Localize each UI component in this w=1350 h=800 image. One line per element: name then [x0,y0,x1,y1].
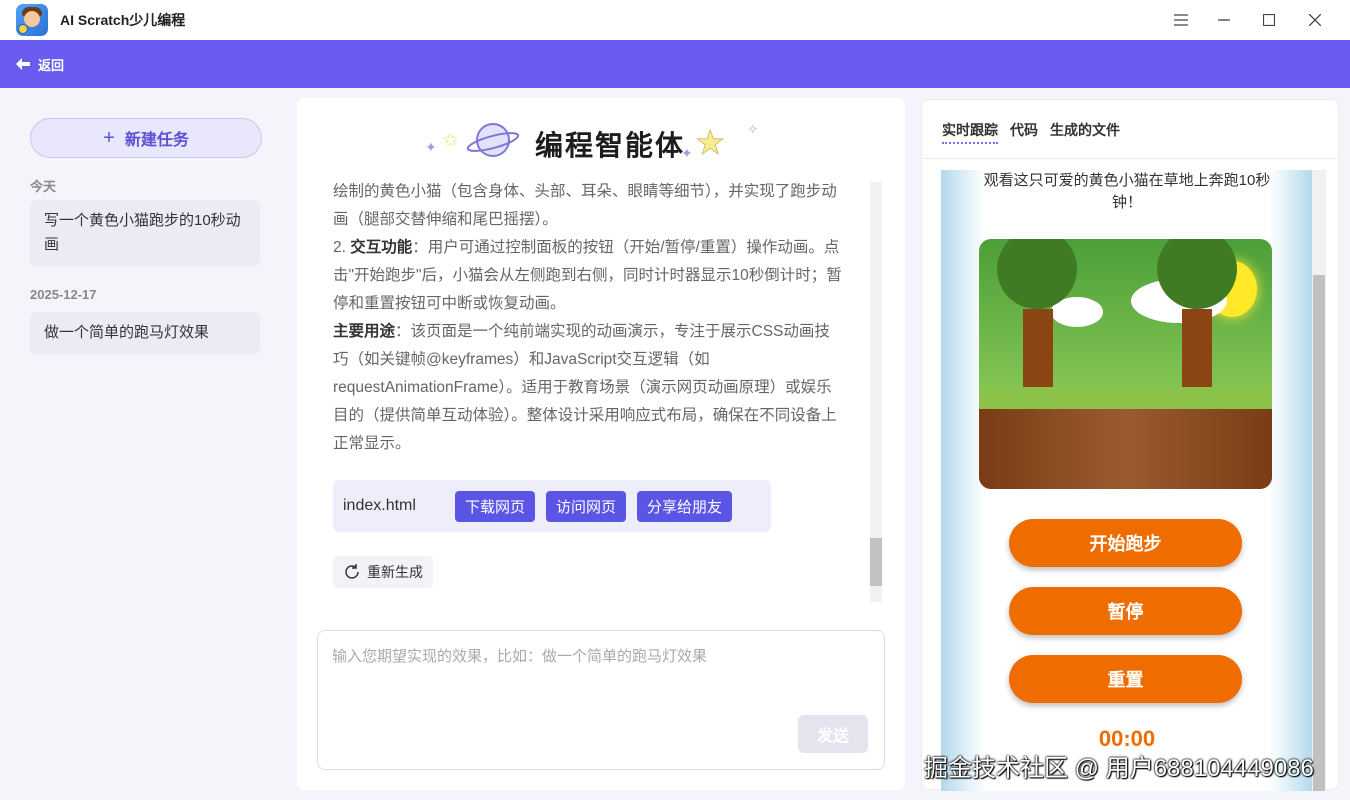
web-preview: 观看这只可爱的黄色小猫在草地上奔跑10秒钟！ 开始跑步 暂停 重置 00:00 [941,170,1313,791]
preview-scrollbar-thumb[interactable] [1313,275,1325,791]
chat-panel: ✦ ✩ 编程智能体 ✦ ★ ✧ 绘制的黄色小猫（包含身体、头部、耳朵、眼睛等细节… [297,98,905,790]
svg-text:✦: ✦ [681,145,693,161]
message-paragraph: 绘制的黄色小猫（包含身体、头部、耳朵、眼睛等细节），并实现了跑步动画（腿部交替伸… [333,178,845,234]
start-run-button[interactable]: 开始跑步 [1009,519,1242,567]
pause-button[interactable]: 暂停 [1009,587,1242,635]
minimize-icon[interactable] [1201,0,1247,40]
file-card: index.html 下载网页 访问网页 分享给朋友 [333,480,771,532]
regenerate-button[interactable]: 重新生成 [333,556,433,588]
message-paragraph: 2. 交互功能：用户可通过控制面板的按钮（开始/暂停/重置）操作动画。点击"开始… [333,234,845,318]
plus-icon: + [103,126,115,149]
svg-text:✧: ✧ [747,121,759,137]
paragraph-text: 绘制的黄色小猫（包含身体、头部、耳朵、眼睛等细节），并实现了跑步动画（腿部交替伸… [333,183,837,228]
send-button[interactable]: 发送 [798,715,868,753]
refresh-icon [345,564,359,579]
list-number: 2. [333,239,351,256]
preview-heading: 观看这只可爱的黄色小猫在草地上奔跑10秒钟！ [983,172,1271,211]
new-task-label: 新建任务 [124,132,189,149]
chat-message: 绘制的黄色小猫（包含身体、头部、耳朵、眼睛等细节），并实现了跑步动画（腿部交替伸… [333,178,845,608]
tab-code[interactable]: 代码 [1010,120,1038,144]
nav-bar: 返回 [0,40,1350,88]
svg-text:✦: ✦ [425,139,437,155]
sidebar: + 新建任务 今天 写一个黄色小猫跑步的10秒动画 2025-12-17 做一个… [0,88,290,800]
tree-trunk [1023,309,1053,389]
tab-live-tracking[interactable]: 实时跟踪 [942,120,998,144]
share-button[interactable]: 分享给朋友 [637,490,733,522]
preview-tabs: 实时跟踪 代码 生成的文件 [942,120,1132,144]
back-label: 返回 [38,57,65,73]
reset-button[interactable]: 重置 [1009,655,1242,703]
prompt-input[interactable] [332,645,872,715]
paragraph-text: ：该页面是一个纯前端实现的动画演示，专注于展示CSS动画技巧（如关键帧@keyf… [333,323,837,452]
prompt-input-box: 发送 [317,630,885,770]
chat-scrollbar-thumb[interactable] [870,538,882,586]
message-paragraph: 主要用途：该页面是一个纯前端实现的动画演示，专注于展示CSS动画技巧（如关键帧@… [333,318,845,458]
hero-title: 编程智能体 [535,130,686,161]
history-item[interactable]: 写一个黄色小猫跑步的10秒动画 [30,200,260,266]
new-task-button[interactable]: + 新建任务 [30,118,262,158]
maximize-icon[interactable] [1246,0,1292,40]
history-item[interactable]: 做一个简单的跑马灯效果 [30,312,260,354]
regenerate-label: 重新生成 [367,564,423,580]
svg-text:★: ★ [695,124,725,162]
visit-page-button[interactable]: 访问网页 [546,490,627,522]
menu-icon[interactable] [1158,0,1204,40]
paragraph-heading: 交互功能 [350,239,413,256]
arrow-left-icon [16,58,30,70]
hero-banner: ✦ ✩ 编程智能体 ✦ ★ ✧ [297,116,905,166]
svg-text:✩: ✩ [443,130,458,150]
download-page-button[interactable]: 下载网页 [455,490,536,522]
tab-generated-files[interactable]: 生成的文件 [1050,120,1120,144]
app-title: AI Scratch少儿编程 [60,12,186,28]
grass [979,387,1272,409]
star-icon: ✦ ★ ✧ [681,121,759,162]
planet-icon: ✦ ✩ [425,123,520,157]
file-name: index.html [343,497,416,514]
watermark: 掘金技术社区 @ 用户688104449086 [924,755,1314,782]
tree-trunk [1182,309,1212,389]
back-button[interactable]: 返回 [16,55,64,74]
paragraph-heading: 主要用途 [333,323,396,340]
animation-stage [979,239,1272,489]
title-bar: AI Scratch少儿编程 [0,0,1350,40]
group-label-date: 2025-12-17 [30,287,97,302]
group-label-today: 今天 [30,179,57,194]
divider [922,158,1338,159]
app-logo-icon [16,4,48,36]
preview-panel: 实时跟踪 代码 生成的文件 观看这只可爱的黄色小猫在草地上奔跑10秒钟！ 开始跑… [921,99,1339,791]
ground [979,409,1272,489]
close-icon[interactable] [1292,0,1338,40]
